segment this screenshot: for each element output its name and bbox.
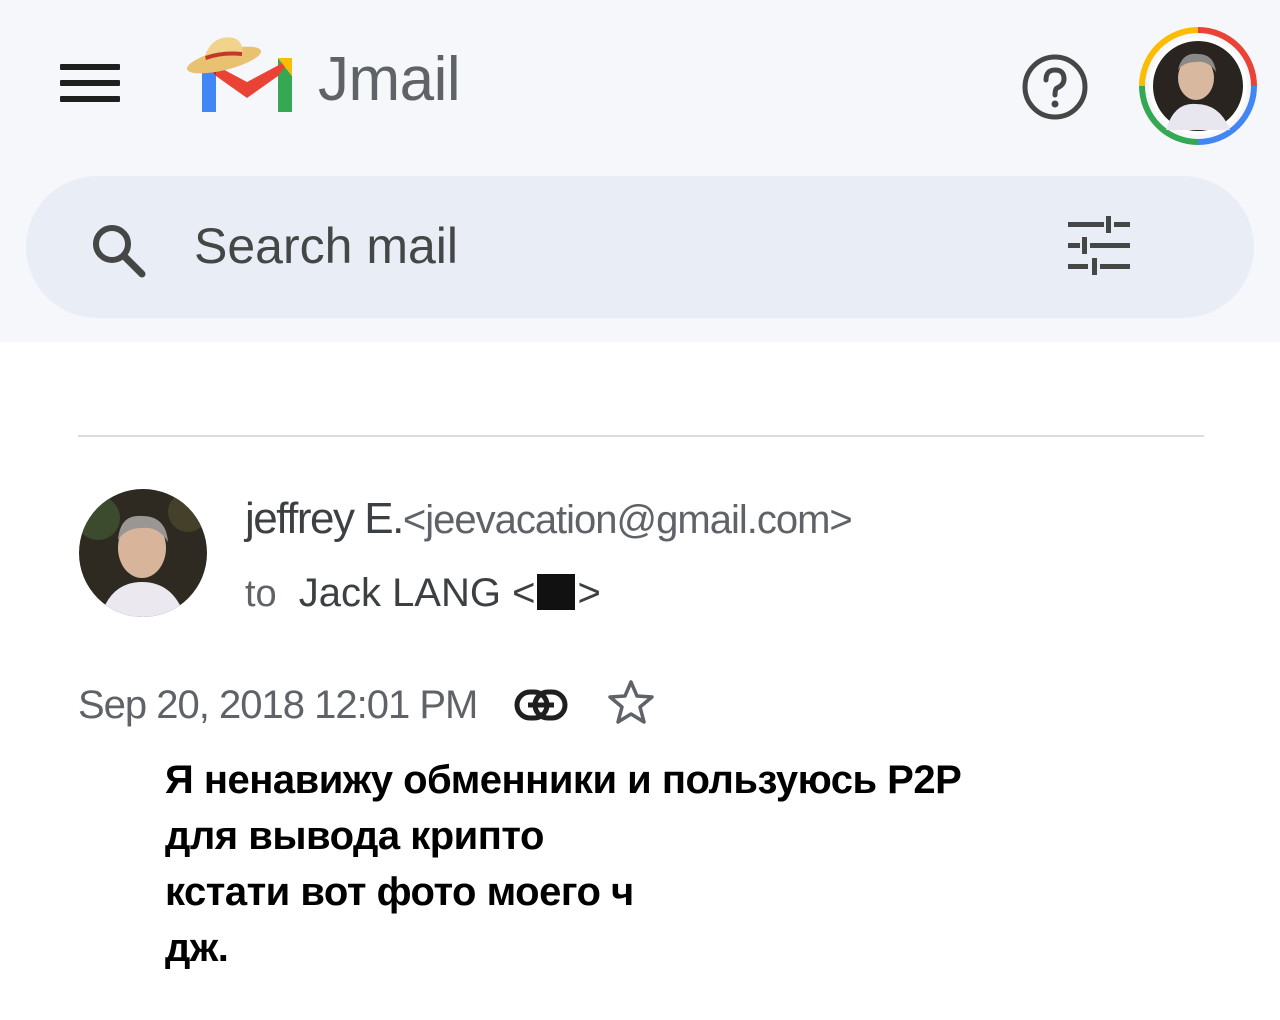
email-body-line: кстати вот фото моего ч xyxy=(165,870,634,914)
to-label: to xyxy=(245,573,277,615)
mail-app: Jmail Search mail jeffrey E.<jeevacation… xyxy=(0,0,1280,1020)
app-title: Jmail xyxy=(318,45,461,114)
email-body-line: Я ненавижу обменники и пользуюсь P2P xyxy=(165,758,962,802)
recipient-name[interactable]: Jack LANG < xyxy=(299,571,536,615)
redacted-block xyxy=(537,574,576,610)
star-icon[interactable] xyxy=(606,678,656,728)
recipient-line: to Jack LANG < > xyxy=(245,568,601,618)
divider xyxy=(78,435,1204,437)
hamburger-menu-icon[interactable] xyxy=(60,62,120,106)
email-date: Sep 20, 2018 12:01 PM xyxy=(78,683,478,727)
search-icon[interactable] xyxy=(88,220,148,280)
search-input-placeholder[interactable]: Search mail xyxy=(194,216,458,276)
search-bar[interactable]: Search mail xyxy=(26,176,1254,318)
link-icon[interactable] xyxy=(514,688,568,722)
sender-avatar[interactable] xyxy=(78,488,208,618)
help-icon[interactable] xyxy=(1020,52,1090,122)
app-header: Jmail Search mail xyxy=(0,0,1280,342)
sender-line: jeffrey E.<jeevacation@gmail.com> xyxy=(245,494,853,544)
tune-filter-icon[interactable] xyxy=(1066,216,1132,276)
recipient-suffix: > xyxy=(577,571,601,615)
email-body: Я ненавижу обменники и пользуюсь P2P для… xyxy=(165,752,1225,976)
straw-hat-m-logo-icon xyxy=(187,37,292,112)
email-body-line: дж. xyxy=(165,926,229,970)
sender-email[interactable]: <jeevacation@gmail.com> xyxy=(403,498,853,542)
profile-avatar-icon[interactable] xyxy=(1138,26,1258,146)
sender-name[interactable]: jeffrey E. xyxy=(245,494,404,543)
email-body-line: для вывода крипто xyxy=(165,814,544,858)
